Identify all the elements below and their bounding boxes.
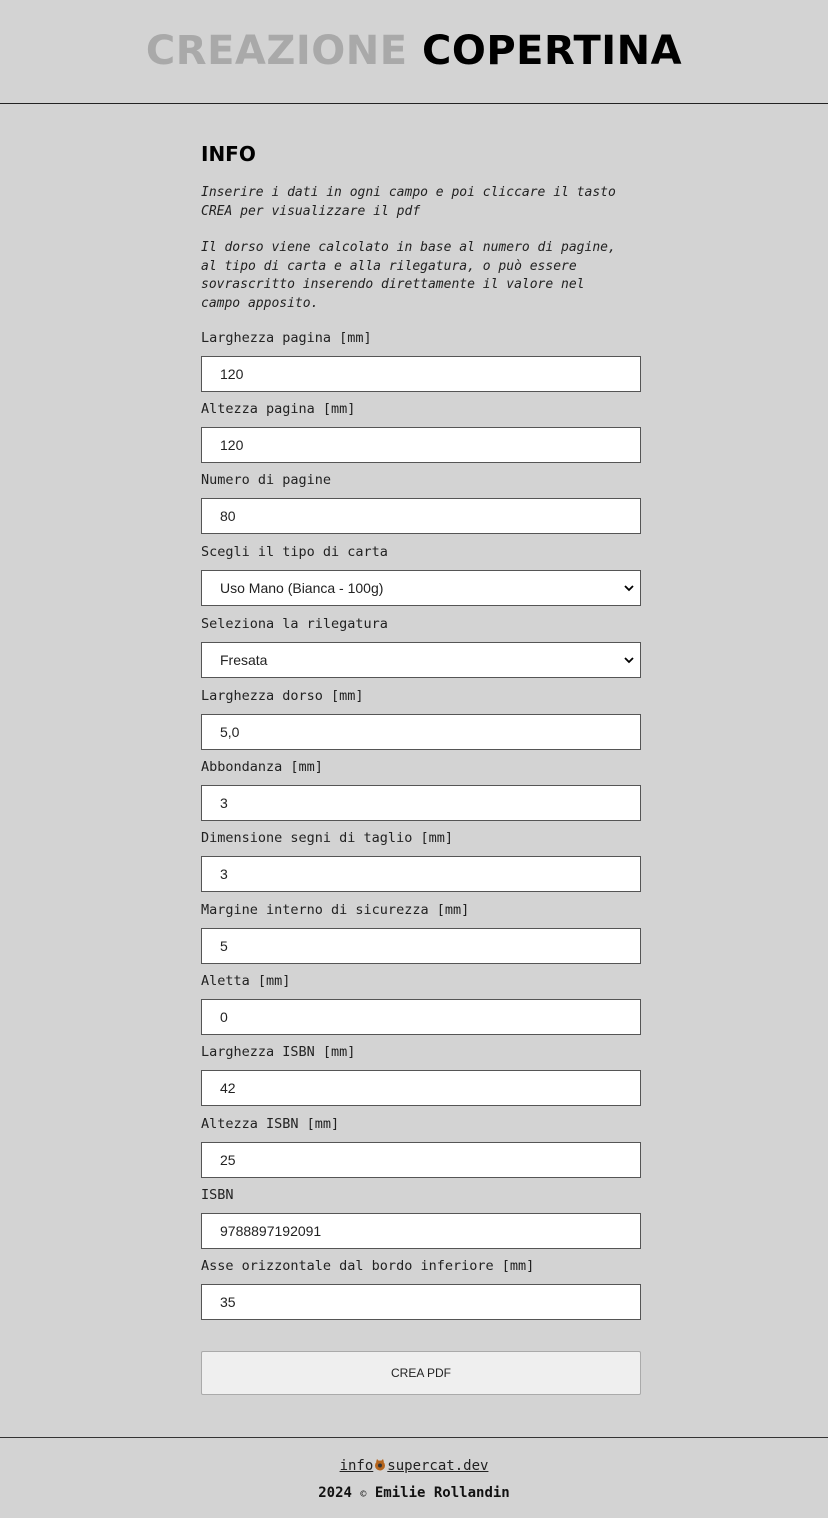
info-paragraph-1: Inserire i dati in ogni campo e poi clic… [201, 185, 616, 219]
isbn-height-input[interactable] [201, 1142, 641, 1178]
paper-type-value: Uso Mano (Bianca - 100g) [220, 580, 384, 596]
label-paper-type: Scegli il tipo di carta [201, 544, 388, 560]
safety-margin-input[interactable] [201, 928, 641, 964]
label-page-height: Altezza pagina [mm] [201, 401, 356, 417]
horizontal-axis-input[interactable] [201, 1284, 641, 1320]
title-dark: COPERTINA [421, 27, 683, 74]
flap-input[interactable] [201, 999, 641, 1035]
label-page-count: Numero di pagine [201, 472, 332, 488]
isbn-width-input[interactable] [201, 1070, 641, 1106]
binding-value: Fresata [220, 652, 268, 668]
page-footer: info supercat.dev 2024 © Emilie Rollandin [0, 1437, 828, 1518]
label-horizontal-axis: Asse orizzontale dal bordo inferiore [mm… [201, 1258, 535, 1274]
binding-select[interactable]: Fresata [201, 642, 641, 678]
copyright-author: Emilie Rollandin [374, 1485, 510, 1501]
copyright-year: 2024 [318, 1485, 352, 1501]
copyright-symbol: © [360, 1489, 367, 1500]
label-isbn-width: Larghezza ISBN [mm] [201, 1044, 356, 1060]
email-domain: supercat.dev [387, 1458, 489, 1474]
bleed-input[interactable] [201, 785, 641, 821]
info-heading: INFO [201, 142, 256, 166]
chevron-down-icon [624, 585, 634, 592]
email-link[interactable]: info supercat.dev [0, 1458, 828, 1474]
label-spine-width: Larghezza dorso [mm] [201, 688, 364, 704]
create-pdf-button[interactable]: CREA PDF [201, 1351, 641, 1395]
spine-width-input[interactable] [201, 714, 641, 750]
label-safety-margin: Margine interno di sicurezza [mm] [201, 902, 470, 918]
page-height-input[interactable] [201, 427, 641, 463]
crop-marks-input[interactable] [201, 856, 641, 892]
label-bleed: Abbondanza [mm] [201, 759, 323, 775]
label-isbn: ISBN [201, 1187, 234, 1203]
paper-type-select[interactable]: Uso Mano (Bianca - 100g) [201, 570, 641, 606]
label-crop-marks: Dimensione segni di taglio [mm] [201, 830, 453, 846]
page-count-input[interactable] [201, 498, 641, 534]
chevron-down-icon [624, 657, 634, 664]
isbn-input[interactable] [201, 1213, 641, 1249]
title-light: CREAZIONE [145, 27, 408, 74]
at-cat-icon [375, 1459, 386, 1471]
copyright: 2024 © Emilie Rollandin [0, 1485, 828, 1501]
info-paragraph-2: Il dorso viene calcolato in base al nume… [201, 240, 616, 311]
page-header: CREAZIONE COPERTINA [0, 0, 828, 104]
email-user: info [339, 1458, 374, 1474]
label-binding: Seleziona la rilegatura [201, 616, 388, 632]
label-isbn-height: Altezza ISBN [mm] [201, 1116, 340, 1132]
label-flap: Aletta [mm] [201, 973, 291, 989]
info-description: Inserire i dati in ogni campo e poi clic… [201, 184, 641, 331]
label-page-width: Larghezza pagina [mm] [201, 330, 372, 346]
page-width-input[interactable] [201, 356, 641, 392]
page-title: CREAZIONE COPERTINA [146, 31, 682, 71]
